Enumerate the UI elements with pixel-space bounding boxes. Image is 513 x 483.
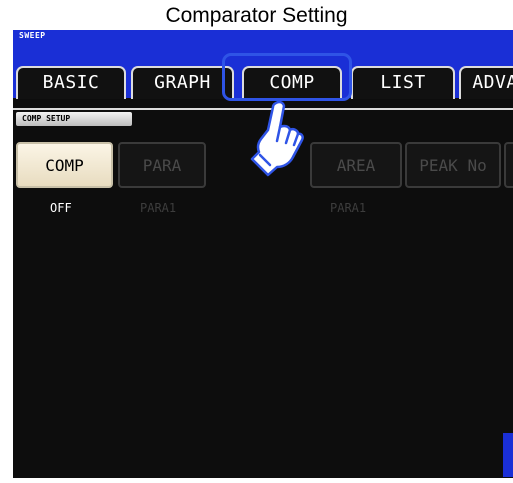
para-button[interactable]: PARA (118, 142, 206, 188)
pointing-hand-icon (250, 100, 304, 177)
mode-label: SWEEP (13, 30, 513, 42)
tab-graph[interactable]: GRAPH (131, 66, 234, 99)
next-button[interactable] (504, 142, 513, 188)
comp-tab-highlight (222, 53, 352, 101)
page-title: Comparator Setting (165, 4, 348, 27)
side-button[interactable] (503, 433, 513, 477)
tab-list[interactable]: LIST (351, 66, 455, 99)
tab-advanced[interactable]: ADVA (459, 66, 513, 99)
comp-button[interactable]: COMP (16, 142, 113, 188)
peak-no-button[interactable]: PEAK No (405, 142, 501, 188)
comp-value: OFF (50, 201, 72, 215)
tab-basic[interactable]: BASIC (16, 66, 126, 99)
area-value: PARA1 (330, 201, 367, 215)
para-value: PARA1 (140, 201, 177, 215)
section-label: COMP SETUP (16, 112, 132, 126)
area-button[interactable]: AREA (310, 142, 402, 188)
